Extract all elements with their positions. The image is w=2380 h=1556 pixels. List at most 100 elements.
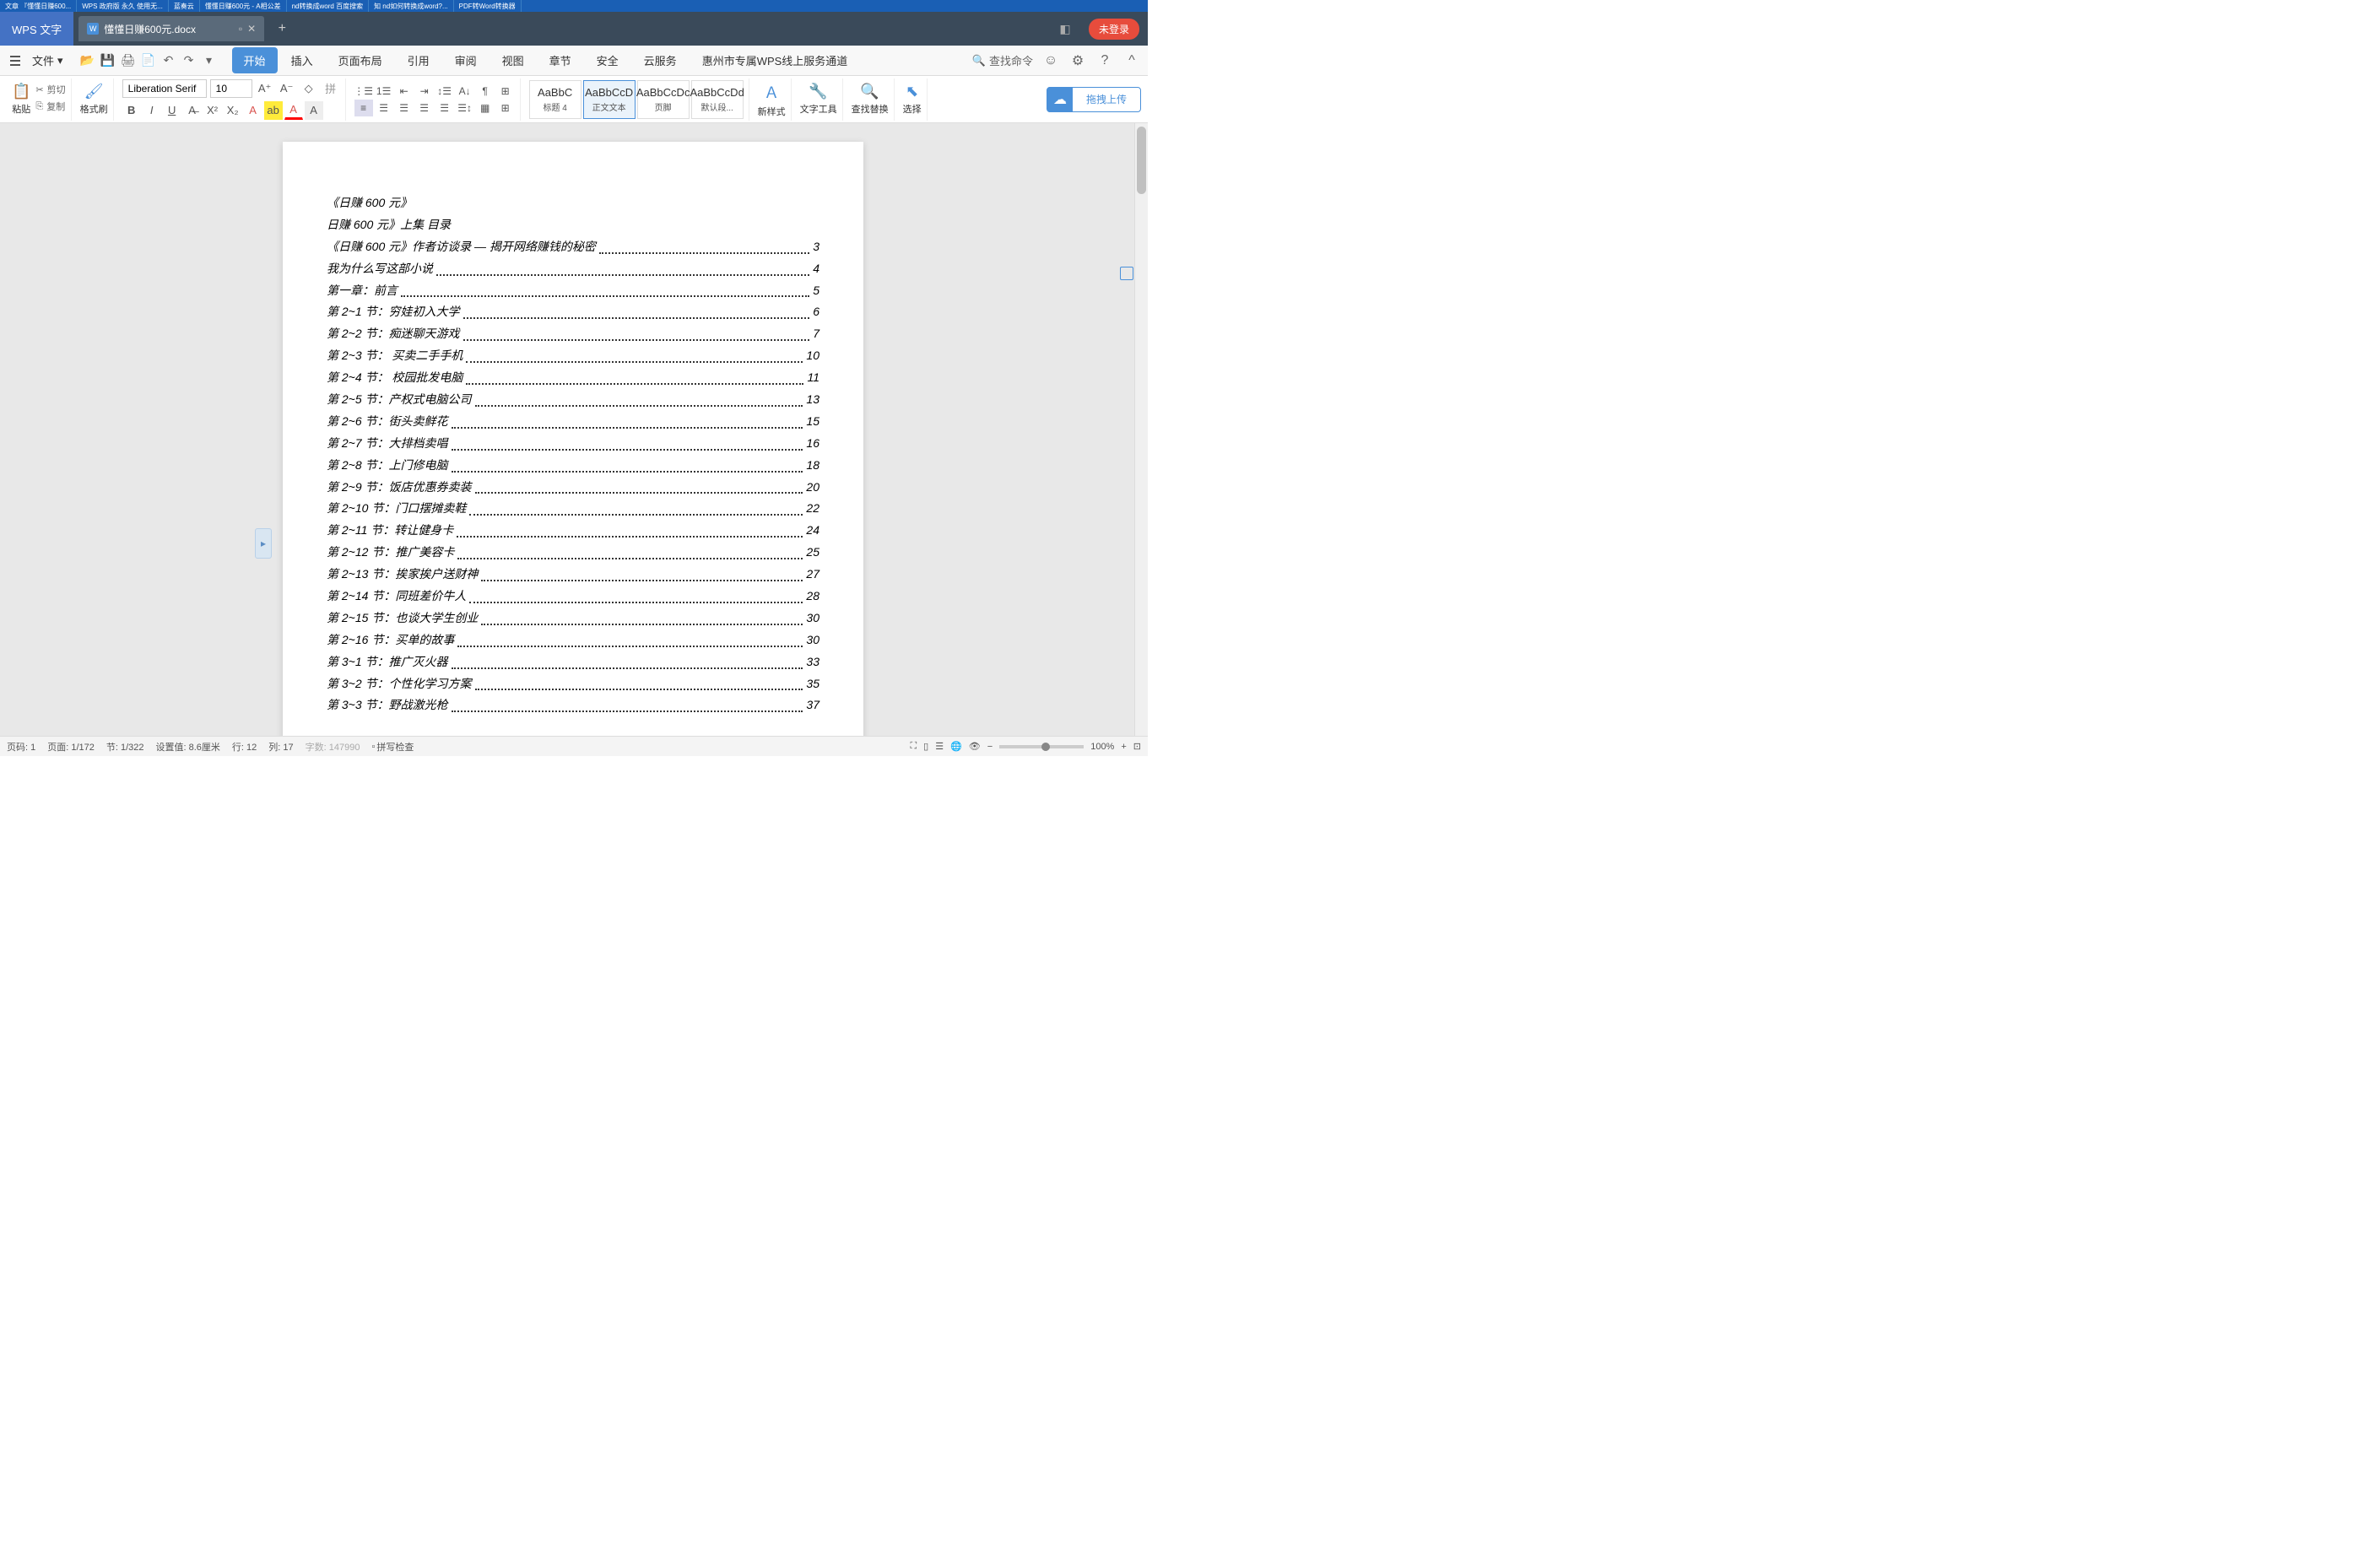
style-card[interactable]: AaBbCcDc页脚 [637, 80, 690, 119]
ribbon-tab[interactable]: 安全 [585, 47, 630, 73]
ribbon-tab[interactable]: 引用 [396, 47, 441, 73]
print-preview-icon[interactable]: 📄 [139, 51, 158, 70]
phonetic-icon[interactable]: 拼 [322, 79, 340, 98]
eye-protect-icon[interactable]: 👁 [969, 741, 981, 752]
bullets-button[interactable]: ⋮☰ [354, 83, 373, 100]
text-tools-button[interactable]: 🔧文字工具 [800, 83, 837, 116]
status-col[interactable]: 列: 17 [268, 740, 293, 754]
format-painter-button[interactable]: 🖌格式刷 [80, 83, 108, 116]
upload-box[interactable]: ☁ 拖拽上传 [1047, 87, 1141, 112]
font-family-select[interactable] [122, 79, 207, 98]
ribbon-tab[interactable]: 视图 [490, 47, 536, 73]
hamburger-icon[interactable] [7, 52, 24, 69]
style-card[interactable]: AaBbCcD正文文本 [583, 80, 636, 119]
ribbon-tab[interactable]: 插入 [279, 47, 325, 73]
qat-more-icon[interactable]: ▾ [200, 51, 219, 70]
fit-page-icon[interactable]: ⊡ [1133, 741, 1141, 752]
browser-tab[interactable]: WPS 政府版 永久 使用无... [77, 0, 169, 12]
find-replace-button[interactable]: 🔍查找替换 [852, 83, 889, 116]
align-justify-button[interactable]: ☰ [415, 100, 434, 116]
browser-tab[interactable]: PDF转Word转换器 [454, 0, 522, 12]
status-words[interactable]: 字数: 147990 [306, 740, 360, 754]
underline-button[interactable]: U [163, 101, 181, 120]
save-icon[interactable]: 💾 [99, 51, 117, 70]
status-spell[interactable]: ▫ 拼写检查 [371, 740, 414, 754]
subscript-button[interactable]: X₂ [224, 101, 242, 120]
cut-button[interactable]: ✂ 剪切 [35, 83, 65, 96]
browser-tab[interactable]: 知 nd如何转换成word?... [369, 0, 454, 12]
borders-button[interactable]: ⊞ [496, 83, 515, 100]
style-card[interactable]: AaBbCcDd默认段... [691, 80, 744, 119]
file-menu[interactable]: 文件▾ [27, 52, 68, 68]
right-panel-btn-1[interactable] [1120, 267, 1133, 280]
font-size-select[interactable] [210, 79, 252, 98]
bold-button[interactable]: B [122, 101, 141, 120]
login-button[interactable]: 未登录 [1089, 19, 1139, 40]
decrease-font-icon[interactable]: A⁻ [278, 79, 296, 98]
highlight-button[interactable]: ab [264, 101, 283, 120]
align-center-button[interactable]: ☰ [375, 100, 393, 116]
add-tab-button[interactable]: + [269, 16, 295, 41]
view-outline-icon[interactable]: ☰ [935, 741, 944, 752]
open-icon[interactable]: 📂 [78, 51, 97, 70]
expand-tab-icon[interactable]: ▫ [239, 23, 242, 35]
paste-button[interactable]: 📋粘贴 [12, 83, 30, 116]
show-marks-button[interactable]: ¶ [476, 83, 495, 100]
view-web-icon[interactable]: 🌐 [950, 741, 962, 752]
fullscreen-icon[interactable]: ⛶ [910, 741, 917, 752]
clear-format-icon[interactable]: ◇ [300, 79, 318, 98]
increase-font-icon[interactable]: A⁺ [256, 79, 274, 98]
scrollbar-thumb[interactable] [1137, 127, 1146, 194]
sort-button[interactable]: A↓ [456, 83, 474, 100]
ribbon-tab[interactable]: 页面布局 [327, 47, 394, 73]
status-pages[interactable]: 页面: 1/172 [47, 740, 95, 754]
collapse-ribbon-icon[interactable]: ^ [1122, 51, 1141, 70]
status-page[interactable]: 页码: 1 [7, 740, 35, 754]
superscript-button[interactable]: X² [203, 101, 222, 120]
window-layout-icon[interactable]: ◧ [1048, 16, 1082, 41]
status-setval[interactable]: 设置值: 8.6厘米 [156, 740, 220, 754]
align-left-button[interactable]: ≡ [354, 100, 373, 116]
print-icon[interactable]: 🖨 [119, 51, 138, 70]
ribbon-tab[interactable]: 开始 [232, 47, 278, 73]
text-effects-button[interactable]: A [244, 101, 262, 120]
document-tab[interactable]: W 懂懂日赚600元.docx ▫ ✕ [78, 16, 264, 41]
strikethrough-button[interactable]: A̶ [183, 101, 202, 120]
line-height-button[interactable]: ☰↕ [456, 100, 474, 116]
style-card[interactable]: AaBbC标题 4 [529, 80, 581, 119]
zoom-level[interactable]: 100% [1090, 742, 1114, 752]
table-button[interactable]: ⊞ [496, 100, 515, 116]
font-color-button[interactable]: A [284, 101, 303, 120]
italic-button[interactable]: I [143, 101, 161, 120]
browser-tab[interactable]: 文章 『懂懂日赚600... [0, 0, 77, 12]
line-spacing-button[interactable]: ↕☰ [435, 83, 454, 100]
vertical-scrollbar[interactable] [1134, 123, 1148, 736]
close-tab-icon[interactable]: ✕ [247, 23, 256, 35]
zoom-slider[interactable] [999, 745, 1084, 748]
browser-tab[interactable]: 蓝奏云 [169, 0, 200, 12]
ribbon-tab[interactable]: 审阅 [443, 47, 489, 73]
char-shading-button[interactable]: A [305, 101, 323, 120]
zoom-in-button[interactable]: + [1121, 742, 1126, 752]
align-right-button[interactable]: ☰ [395, 100, 414, 116]
help-icon[interactable]: ? [1095, 51, 1114, 70]
toc-panel-toggle[interactable]: ▸ [255, 528, 272, 559]
settings-icon[interactable]: ⚙ [1068, 51, 1087, 70]
numbering-button[interactable]: 1☰ [375, 83, 393, 100]
increase-indent-button[interactable]: ⇥ [415, 83, 434, 100]
browser-tab[interactable]: nd转换成word 百度搜索 [287, 0, 369, 12]
select-button[interactable]: ⬉选择 [903, 83, 922, 116]
ribbon-tab[interactable]: 云服务 [632, 47, 689, 73]
view-page-icon[interactable]: ▯ [923, 741, 928, 752]
new-style-button[interactable]: Ａ新样式 [758, 81, 786, 118]
ribbon-tab[interactable]: 惠州市专属WPS线上服务通道 [690, 47, 860, 73]
ribbon-tab[interactable]: 章节 [538, 47, 583, 73]
search-command[interactable]: 🔍 查找命令 [972, 52, 1033, 68]
shading-button[interactable]: ▦ [476, 100, 495, 116]
status-row[interactable]: 行: 12 [232, 740, 257, 754]
decrease-indent-button[interactable]: ⇤ [395, 83, 414, 100]
distribute-button[interactable]: ☰ [435, 100, 454, 116]
undo-icon[interactable]: ↶ [160, 51, 178, 70]
copy-button[interactable]: ⎘ 复制 [35, 100, 65, 113]
feedback-icon[interactable]: ☺ [1041, 51, 1060, 70]
